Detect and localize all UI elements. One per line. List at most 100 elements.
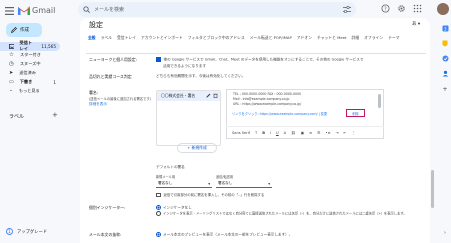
edit-signature-icon[interactable] — [206, 93, 211, 98]
draft-icon: ▭ — [9, 78, 14, 85]
bold-icon[interactable]: B — [262, 131, 265, 135]
tab-filters[interactable]: フィルタとブロック中のアドレス — [188, 35, 245, 41]
tab-addons[interactable]: アドオン — [297, 35, 312, 41]
font-select[interactable]: Sans Serif — [232, 131, 250, 135]
align-icon[interactable]: ≡ — [309, 131, 312, 135]
svg-text:1: 1 — [8, 229, 11, 235]
smart-features-checkbox[interactable] — [156, 57, 161, 62]
smart-features-label: ニューヨークと個人用設定: — [89, 57, 137, 62]
nav-starred[interactable]: ☆ スター付き — [0, 51, 60, 60]
nav-label: 送信済み — [19, 70, 36, 76]
send-icon: ➤ — [9, 69, 14, 76]
settings-gear-icon[interactable] — [396, 3, 407, 14]
underline-icon[interactable]: U — [276, 131, 279, 135]
signature-defaults-label: デフォルトの署名 — [156, 165, 185, 169]
tab-labels[interactable]: ラベル — [101, 35, 112, 41]
tab-offline[interactable]: オフライン — [364, 35, 383, 41]
clock-icon: ◷ — [9, 60, 14, 67]
delete-signature-icon[interactable] — [213, 93, 218, 98]
italic-icon[interactable]: I — [270, 131, 271, 135]
new-mail-signature-select[interactable]: 署名なし ▾ — [156, 180, 212, 188]
dropdown-arrow-icon: ▾ — [208, 181, 210, 186]
editor-line: URL : https://www.example-company.co.jp/ — [233, 102, 302, 106]
hide-side-panel-icon[interactable]: › — [440, 228, 450, 238]
nav-snoozed[interactable]: ◷ スヌーズ中 — [0, 60, 60, 69]
tab-inbox[interactable]: 受信トレイ — [117, 35, 136, 41]
remove-link-highlight[interactable]: 削除 — [346, 109, 365, 117]
keep-icon[interactable] — [440, 38, 450, 48]
no-indicators-option[interactable]: インジケータなし — [156, 205, 192, 211]
contacts-icon[interactable] — [440, 68, 450, 78]
numbered-list-icon[interactable]: ☰ — [317, 131, 320, 135]
main-menu-button[interactable] — [2, 4, 16, 18]
tab-advanced[interactable]: 詳細 — [352, 35, 360, 41]
search-bar[interactable]: メールを検索 — [78, 2, 356, 17]
bullet-list-icon[interactable]: •≡ — [325, 131, 330, 135]
signature-sublabel: (送信メールの最後に追加される署名です) — [89, 97, 151, 101]
indent-icon[interactable]: ⇥ — [336, 131, 339, 135]
show-indicators-radio[interactable] — [156, 211, 161, 216]
insert-signature-checkbox[interactable] — [156, 192, 161, 198]
settings-tabs: 全般 ラベル 受信トレイ アカウントとインポート フィルタとブロック中のアドレス… — [88, 35, 426, 41]
reply-signature-select[interactable]: 署名なし ▾ — [216, 180, 272, 188]
create-new-signature-button[interactable]: + 新規作成 — [177, 143, 217, 153]
nav-count: 11,565 — [41, 43, 56, 49]
calendar-icon[interactable]: 3 — [440, 23, 450, 33]
no-indicators-radio[interactable] — [156, 205, 161, 210]
snippets-label: メール本文の抜粋: — [89, 232, 122, 237]
nav-drafts[interactable]: ▭ 下書き 1 — [0, 78, 60, 87]
image-icon[interactable]: ▣ — [301, 131, 304, 135]
outdent-icon[interactable]: ⇤ — [344, 131, 347, 135]
account-avatar[interactable] — [437, 3, 449, 15]
link-icon[interactable]: ⛓ — [291, 131, 296, 135]
insert-signature-option: 返信で引用部分の前に署名を挿入し、その前の「--」行を削除する — [156, 192, 264, 198]
tab-forwarding[interactable]: メール転送と POP/IMAP — [250, 35, 292, 41]
apps-grid-icon[interactable] — [412, 3, 423, 14]
input-tools-button[interactable]: あ ▾ — [412, 21, 420, 27]
tasks-icon[interactable] — [440, 53, 450, 63]
search-input[interactable]: メールを検索 — [94, 6, 343, 13]
smart-features-text: 他の Google サービスで Gmail、Chat、Meet のデータを使用し… — [156, 57, 424, 62]
nav-label: スヌーズ中 — [19, 61, 41, 67]
show-indicators-option[interactable]: インジケータを表示 - メーリングリストではなく自分宛てに直接送信されたメールに… — [156, 211, 426, 217]
top-icons: ? — [380, 3, 423, 14]
font-size-icon[interactable]: T — [255, 131, 257, 135]
tab-general[interactable]: 全般 — [88, 35, 96, 41]
dropdown-arrow-icon: ▾ — [268, 181, 270, 186]
nav-sent[interactable]: ➤ 送信済み — [0, 69, 60, 78]
help-icon[interactable]: ? — [380, 3, 391, 14]
personal-indicators-label: 個別インジケーター: — [89, 205, 126, 210]
signature-learn-more-link[interactable]: 詳細を表示 — [89, 102, 107, 107]
show-snippets-radio[interactable] — [156, 232, 161, 237]
nav-inbox[interactable]: 受信トレイ 11,565 — [0, 40, 60, 51]
nav-more[interactable]: ⌄ もっと見る — [0, 87, 60, 96]
labels-heading: ラベル — [9, 114, 25, 120]
app-name: Gmail — [32, 5, 56, 15]
add-label-icon[interactable]: + — [52, 111, 58, 119]
link-popup[interactable]: リンクをクリック: https://www.example-company.co… — [232, 111, 327, 116]
tabs-divider — [86, 53, 426, 54]
main-scrollbar[interactable] — [431, 170, 434, 208]
tab-themes[interactable]: テーマ — [388, 35, 399, 41]
text-color-icon[interactable]: A — [284, 131, 286, 135]
pencil-icon — [11, 27, 17, 33]
gmail-logo[interactable]: Gmail — [18, 3, 55, 17]
search-icon[interactable] — [83, 6, 90, 13]
editor-scrollbar[interactable] — [378, 94, 381, 108]
snippet-option[interactable]: メール本文のプレビューを表示（メール本文の一部をプレビュー表示します）。 — [156, 232, 292, 238]
signature-name: 〇〇株式会社・署名 — [161, 93, 196, 98]
search-options-icon[interactable] — [343, 6, 351, 13]
gmail-m-icon — [18, 5, 30, 15]
editor-line: Mail : info@example-company.co.jp — [233, 97, 290, 101]
editor-line: TEL : 000-0000-0000 FAX : 000-0000-0000 — [233, 92, 302, 96]
google-one-icon: 1 — [6, 228, 13, 235]
more-format-icon[interactable]: ⋮ — [352, 131, 356, 135]
compose-button[interactable]: 作成 — [6, 23, 42, 37]
new-mail-label: 新規メール用 — [156, 175, 176, 179]
nav-label: スター付き — [19, 52, 41, 58]
tab-chat-meet[interactable]: チャットと Meet — [317, 35, 347, 41]
add-addon-icon[interactable]: + — [440, 84, 450, 94]
tab-accounts[interactable]: アカウントとインポート — [141, 35, 183, 41]
upgrade-button[interactable]: 1 アップグレード — [6, 228, 47, 235]
compose-label: 作成 — [20, 28, 29, 33]
